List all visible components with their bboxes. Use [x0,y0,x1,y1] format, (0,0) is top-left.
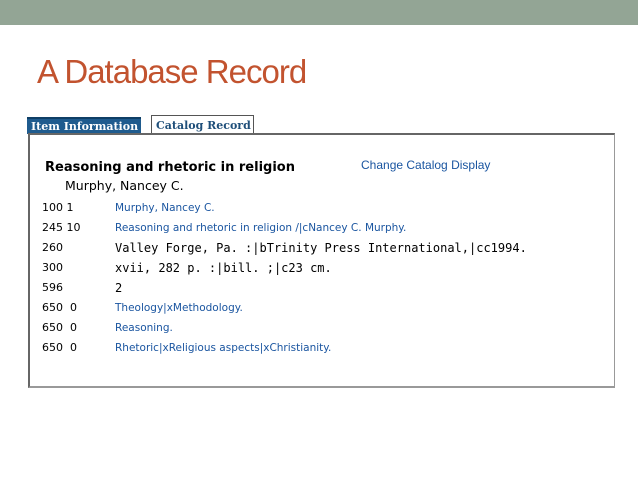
marc-value-link[interactable]: Theology|xMethodology. [115,300,243,316]
marc-field-row: 650 0 Theology|xMethodology. [42,300,602,320]
marc-value-link[interactable]: Reasoning. [115,320,173,336]
marc-field-row: 300 xvii, 282 p. :|bill. ;|c23 cm. [42,260,602,280]
marc-tag: 245 10 [42,221,81,234]
record-title: Reasoning and rhetoric in religion [45,160,295,175]
marc-value-link[interactable]: Reasoning and rhetoric in religion /|cNa… [115,220,406,236]
marc-value-link[interactable]: Murphy, Nancey C. [115,200,215,216]
marc-field-row: 100 1 Murphy, Nancey C. [42,200,602,220]
marc-tag: 650 0 [42,321,77,334]
slide-title: A Database Record [37,53,307,90]
record-author: Murphy, Nancey C. [65,178,184,193]
tab-catalog-record[interactable]: Catalog Record [151,115,254,134]
marc-value: xvii, 282 p. :|bill. ;|c23 cm. [115,261,332,275]
marc-tag: 650 0 [42,341,77,354]
marc-field-row: 260 Valley Forge, Pa. :|bTrinity Press I… [42,240,602,260]
marc-tag: 100 1 [42,201,74,214]
marc-field-row: 596 2 [42,280,602,300]
top-band [0,0,638,25]
marc-field-row: 650 0 Reasoning. [42,320,602,340]
marc-tag: 650 0 [42,301,77,314]
marc-value: 2 [115,281,123,295]
marc-value-link[interactable]: Rhetoric|xReligious aspects|xChristianit… [115,340,331,356]
marc-value: Valley Forge, Pa. :|bTrinity Press Inter… [115,241,527,255]
marc-tag: 300 [42,261,63,274]
marc-field-row: 245 10 Reasoning and rhetoric in religio… [42,220,602,240]
change-catalog-display-link[interactable]: Change Catalog Display [361,158,490,172]
tab-item-information[interactable]: Item Information [27,117,141,134]
marc-field-row: 650 0 Rhetoric|xReligious aspects|xChris… [42,340,602,360]
marc-tag: 260 [42,241,63,254]
marc-tag: 596 [42,281,63,294]
